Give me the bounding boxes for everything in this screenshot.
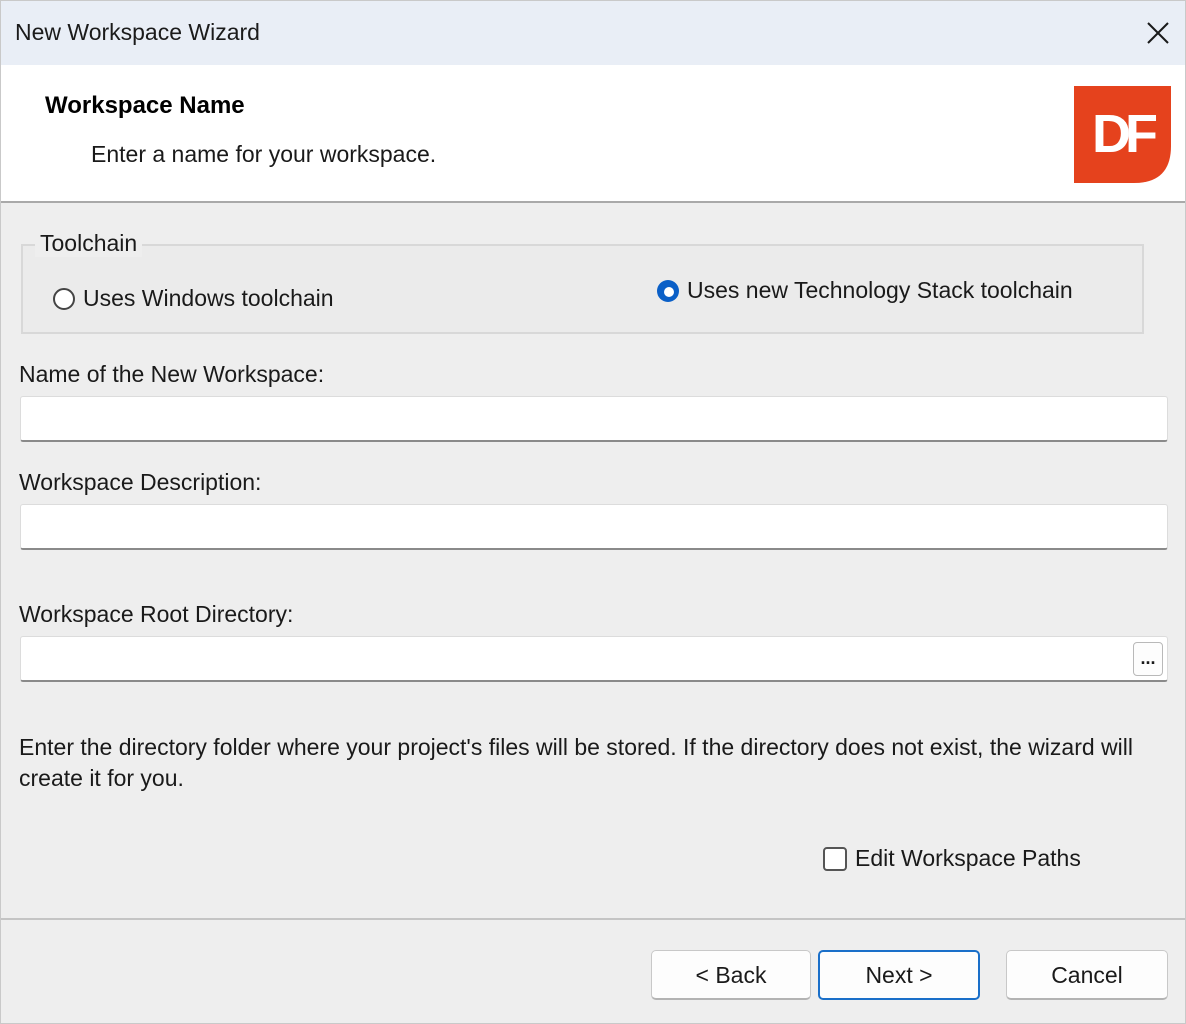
next-button[interactable]: Next >: [818, 950, 980, 1000]
radio-windows-toolchain[interactable]: Uses Windows toolchain: [53, 285, 334, 312]
checkbox-label: Edit Workspace Paths: [855, 845, 1081, 871]
close-icon: [1147, 22, 1169, 44]
back-button[interactable]: < Back: [651, 950, 811, 1000]
toolchain-legend: Toolchain: [35, 230, 143, 257]
workspace-root-label: Workspace Root Directory:: [19, 601, 294, 627]
workspace-root-input[interactable]: [20, 636, 1168, 682]
cancel-button[interactable]: Cancel: [1006, 950, 1168, 1000]
workspace-name-input[interactable]: [20, 396, 1168, 442]
window-title: New Workspace Wizard: [15, 19, 260, 45]
radio-technology-stack-toolchain[interactable]: Uses new Technology Stack toolchain: [657, 277, 1073, 304]
wizard-header: Workspace Name Enter a name for your wor…: [1, 65, 1185, 203]
radio-unchecked-icon: [53, 287, 75, 310]
title-bar: New Workspace Wizard: [1, 1, 1185, 65]
workspace-description-label: Workspace Description:: [19, 469, 262, 495]
workspace-description-input[interactable]: [20, 504, 1168, 550]
help-text: Enter the directory folder where your pr…: [19, 734, 1133, 791]
radio-label: Uses Windows toolchain: [83, 285, 334, 311]
radio-label: Uses new Technology Stack toolchain: [687, 277, 1073, 303]
wizard-window: New Workspace Wizard Workspace Name Ente…: [0, 0, 1186, 1024]
df-logo: DF: [1074, 86, 1171, 183]
page-title: Workspace Name: [45, 92, 245, 119]
edit-workspace-paths-checkbox[interactable]: Edit Workspace Paths: [823, 845, 1081, 872]
checkbox-unchecked-icon: [823, 846, 847, 871]
logo-text: DF: [1092, 104, 1157, 164]
close-button[interactable]: [1129, 1, 1185, 65]
radio-checked-icon: [657, 279, 679, 302]
workspace-name-label: Name of the New Workspace:: [19, 361, 325, 387]
browse-button[interactable]: ...: [1133, 642, 1163, 676]
page-subtitle: Enter a name for your workspace.: [91, 141, 437, 167]
